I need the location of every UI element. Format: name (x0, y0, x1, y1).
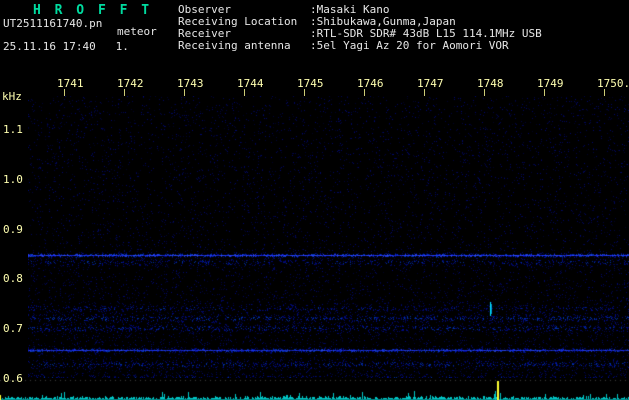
freq-tick-label: 1.1 (3, 123, 23, 136)
meta-value: :5el Yagi Az 20 for Aomori VOR (310, 39, 509, 52)
time-tick-mark (604, 89, 605, 96)
y-axis-unit-label: kHz (2, 90, 22, 103)
time-tick-label: 1750. (597, 77, 629, 90)
time-tick-mark (364, 89, 365, 96)
time-tick-mark (304, 89, 305, 96)
meta-row-antenna: Receiving antenna :5el Yagi Az 20 for Aom… (178, 40, 542, 52)
time-tick-label: 1748 (477, 77, 504, 90)
observation-mode: meteor (117, 25, 157, 38)
station-info: Observer:Masaki Kano Receiving Location:… (178, 4, 542, 52)
meta-label: Receiving antenna (178, 39, 291, 52)
time-tick-mark (424, 89, 425, 96)
capture-timestamp: 25.11.16 17:40 1. (3, 40, 129, 53)
time-tick-mark (64, 89, 65, 96)
time-tick-mark (244, 89, 245, 96)
time-tick-mark (484, 89, 485, 96)
freq-tick-label: 0.6 (3, 372, 23, 385)
time-tick-label: 1747 (417, 77, 444, 90)
freq-tick-label: 0.8 (3, 272, 23, 285)
time-tick-label: 1742 (117, 77, 144, 90)
freq-tick-label: 0.7 (3, 322, 23, 335)
time-tick-mark (544, 89, 545, 96)
spectrogram-canvas (28, 96, 629, 378)
freq-tick-label: 0.9 (3, 223, 23, 236)
freq-tick-label: 1.0 (3, 173, 23, 186)
time-tick-label: 1746 (357, 77, 384, 90)
time-tick-mark (184, 89, 185, 96)
time-tick-label: 1749 (537, 77, 564, 90)
time-tick-label: 1743 (177, 77, 204, 90)
app-title: H R O F F T (33, 3, 153, 18)
time-tick-label: 1744 (237, 77, 264, 90)
signal-strip-canvas (0, 379, 629, 400)
time-tick-label: 1741 (57, 77, 84, 90)
hrofft-window: H R O F F T UT2511161740.pn meteor 25.11… (0, 0, 629, 400)
capture-filename: UT2511161740.pn (3, 17, 103, 30)
time-tick-mark (124, 89, 125, 96)
time-tick-label: 1745 (297, 77, 324, 90)
